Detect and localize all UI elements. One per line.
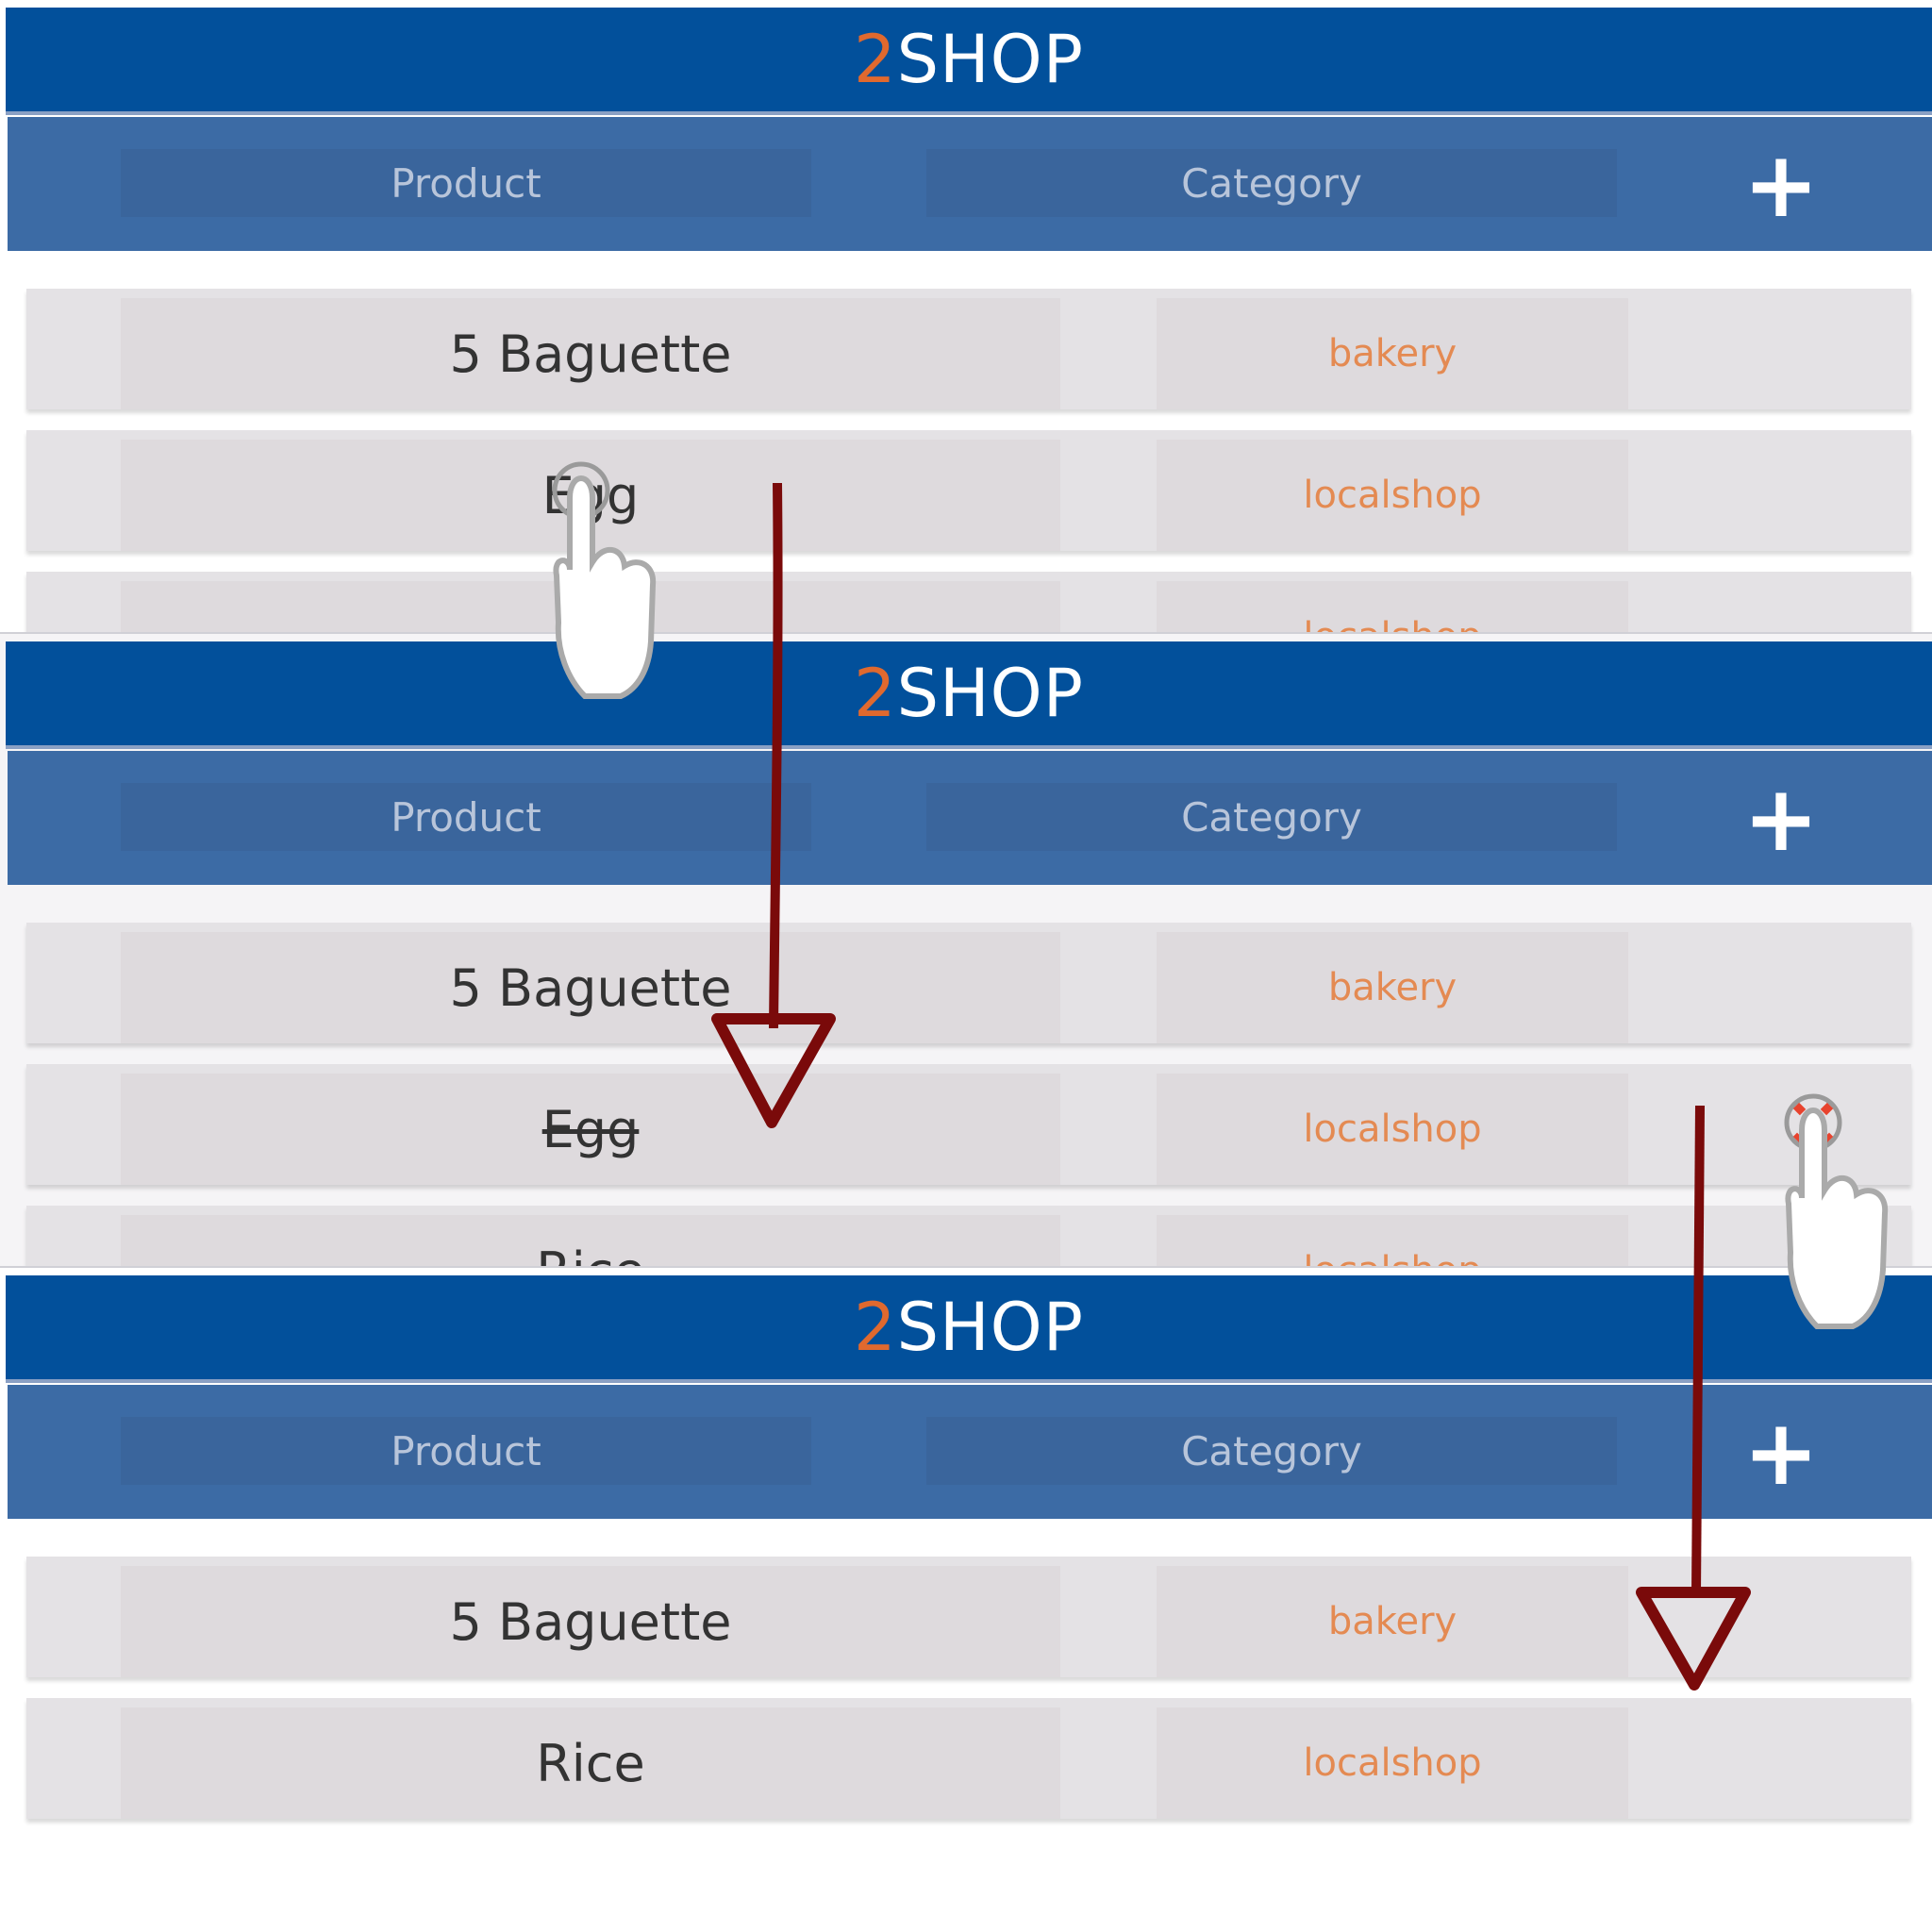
plus-icon[interactable]: + — [1743, 774, 1819, 864]
item-category: localshop — [1157, 1707, 1628, 1819]
category-input[interactable]: Category — [926, 1417, 1617, 1485]
item-category: bakery — [1157, 298, 1628, 409]
item-category: localshop — [1157, 440, 1628, 551]
app-title: 2SHOP — [854, 655, 1084, 732]
plus-icon[interactable]: + — [1743, 1407, 1819, 1498]
list-item[interactable]: 5 Baguette bakery — [26, 289, 1911, 409]
app-title: 2SHOP — [854, 1289, 1084, 1366]
item-category: localshop — [1157, 1215, 1628, 1266]
product-input[interactable]: Product — [121, 1417, 811, 1485]
item-product: 5 Baguette — [121, 1566, 1060, 1677]
screen-step-1: 2SHOP Product Category + 5 Baguette bake… — [0, 0, 1932, 632]
item-category: localshop — [1157, 581, 1628, 632]
item-product: Egg — [121, 440, 1060, 551]
header-bar: Product Category + — [8, 1385, 1932, 1519]
shopping-list: 5 Baguette bakery Egg localshop Rice loc… — [26, 923, 1911, 1266]
product-input[interactable]: Product — [121, 149, 811, 217]
list-item[interactable]: Egg localshop — [26, 1064, 1911, 1185]
title-bar: 2SHOP — [6, 8, 1932, 115]
app-title: 2SHOP — [854, 21, 1084, 98]
title-bar: 2SHOP — [6, 641, 1932, 749]
item-product: 5 Baguette — [121, 932, 1060, 1043]
product-input[interactable]: Product — [121, 783, 811, 851]
shopping-list: 5 Baguette bakery Rice localshop — [26, 1557, 1911, 1840]
item-product: Rice — [121, 1707, 1060, 1819]
screen-step-2: 2SHOP Product Category + 5 Baguette bake… — [0, 632, 1932, 1266]
category-input[interactable]: Category — [926, 149, 1617, 217]
item-category: localshop — [1157, 1074, 1628, 1185]
item-category: bakery — [1157, 1566, 1628, 1677]
plus-icon[interactable]: + — [1743, 140, 1819, 230]
screen-step-3: 2SHOP Product Category + 5 Baguette bake… — [0, 1266, 1932, 1928]
shopping-list: 5 Baguette bakery Egg localshop localsho… — [26, 289, 1911, 632]
list-item[interactable]: localshop — [26, 572, 1911, 632]
header-bar: Product Category + — [8, 117, 1932, 251]
header-bar: Product Category + — [8, 751, 1932, 885]
list-item[interactable]: Egg localshop — [26, 430, 1911, 551]
item-product: 5 Baguette — [121, 298, 1060, 409]
title-bar: 2SHOP — [6, 1275, 1932, 1383]
list-item[interactable]: Rice localshop — [26, 1206, 1911, 1266]
list-item[interactable]: Rice localshop — [26, 1698, 1911, 1819]
list-item[interactable]: 5 Baguette bakery — [26, 923, 1911, 1043]
item-product: Rice — [121, 1215, 1060, 1266]
item-product-struck: Egg — [121, 1074, 1060, 1185]
list-item[interactable]: 5 Baguette bakery — [26, 1557, 1911, 1677]
item-product — [121, 581, 1060, 632]
category-input[interactable]: Category — [926, 783, 1617, 851]
item-category: bakery — [1157, 932, 1628, 1043]
